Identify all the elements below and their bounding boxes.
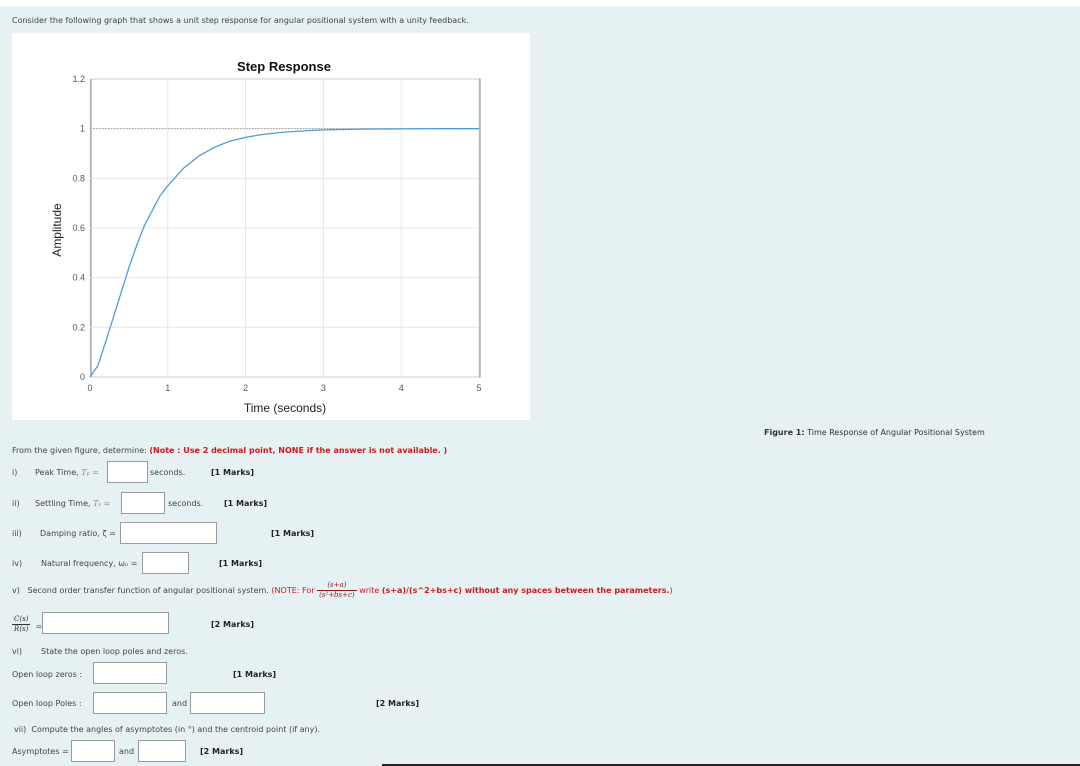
q1-label-text: Peak Time, [35, 468, 79, 477]
q5-note-mid: write [359, 586, 380, 595]
y-tick-label: 1 [80, 124, 85, 134]
peak-time-input[interactable] [107, 461, 148, 483]
q3-marks: [1 Marks] [271, 529, 315, 538]
q3-label: Damping ratio, ζ = [40, 529, 116, 538]
q5-note-bold: (s+a)/(s^2+bs+c) without any spaces betw… [381, 586, 670, 595]
y-tick-label: 1.2 [72, 74, 85, 84]
figure-caption: Figure 1: Time Response of Angular Posit… [764, 428, 985, 437]
natural-frequency-input[interactable] [142, 552, 189, 574]
figure-caption-label: Figure 1: [764, 428, 805, 437]
q5-note-prefix: (NOTE: For [271, 586, 315, 595]
open-loop-zeros-label: Open loop zeros : [12, 670, 83, 679]
asymptotes-label: Asymptotes = [12, 747, 69, 756]
y-tick-label: 0.6 [72, 223, 85, 233]
instructions-note: (Note : Use 2 decimal point, NONE if the… [149, 446, 448, 455]
x-tick-label: 1 [165, 383, 170, 393]
q2-marks: [1 Marks] [224, 499, 268, 508]
y-tick-label: 0 [80, 372, 85, 382]
q5-line: v) Second order transfer function of ang… [12, 581, 673, 600]
q6-zeros-marks: [1 Marks] [233, 670, 277, 679]
q1-symbol: Tₚ = [81, 468, 99, 477]
y-tick-label: 0.8 [72, 173, 85, 183]
q2-label-text: Settling Time, [35, 499, 91, 508]
asymptotes-input-1[interactable] [71, 740, 115, 762]
tf-fraction: C(s) R(s) = [12, 614, 42, 634]
q6-poles-marks: [2 Marks] [376, 699, 420, 708]
open-loop-zeros-input[interactable] [93, 662, 167, 684]
instructions: From the given figure, determine: (Note … [12, 446, 447, 455]
figure-caption-text: Time Response of Angular Positional Syst… [807, 428, 985, 437]
x-tick-label: 4 [399, 383, 404, 393]
asymptotes-input-2[interactable] [138, 740, 186, 762]
open-loop-poles-input-1[interactable] [93, 692, 167, 714]
q6-number: vi) [12, 647, 23, 656]
q1-unit: seconds. [150, 468, 186, 477]
q4-label: Natural frequency, ωₙ = [41, 559, 138, 568]
tf-num: C(s) [12, 615, 31, 625]
q1-marks: [1 Marks] [211, 468, 255, 477]
transfer-function-input[interactable] [42, 612, 169, 634]
chart-title: Step Response [237, 59, 331, 74]
x-tick-label: 3 [321, 383, 326, 393]
q5-number: v) [12, 586, 20, 595]
open-loop-poles-label: Open loop Poles : [12, 699, 82, 708]
q5-frac-den: (s²+bs+c) [319, 591, 355, 599]
asymptotes-and: and [119, 747, 135, 756]
q2-unit: seconds. [168, 499, 204, 508]
y-tick-label: 0.4 [72, 273, 85, 283]
tf-ratio: C(s) R(s) [12, 615, 31, 634]
x-tick-label: 0 [87, 383, 92, 393]
q2-symbol: Tₛ = [93, 499, 111, 508]
top-strip [0, 0, 1080, 6]
q5-marks: [2 Marks] [211, 620, 255, 629]
q1-label: Peak Time, Tₚ = [35, 468, 99, 477]
intro-text: Consider the following graph that shows … [12, 16, 469, 25]
figure-panel: Step Response 0 1 2 3 4 5 0 0.2 0.4 0.6 0.8 1 1.2 Ti… [12, 33, 530, 420]
q7-label: Compute the angles of asymptotes (in °) … [31, 725, 321, 734]
q4-marks: [1 Marks] [219, 559, 263, 568]
open-loop-poles-input-2[interactable] [190, 692, 265, 714]
y-axis-label: Amplitude [50, 203, 64, 257]
q2-label: Settling Time, Tₛ = [35, 499, 110, 508]
q1-number: i) [12, 468, 18, 477]
q3-number: iii) [12, 529, 22, 538]
q6-label: State the open loop poles and zeros. [41, 647, 188, 656]
q5-label: Second order transfer function of angula… [27, 586, 269, 595]
q7-number: vii) [14, 725, 27, 734]
y-tick-label: 0.2 [72, 322, 85, 332]
step-response-chart: Step Response 0 1 2 3 4 5 0 0.2 0.4 0.6 0.8 1 1.2 Ti… [50, 59, 482, 415]
poles-and: and [172, 699, 188, 708]
tf-den: R(s) [14, 625, 29, 633]
q7-line: vii) Compute the angles of asymptotes (i… [14, 725, 320, 734]
q7-marks: [2 Marks] [200, 747, 244, 756]
q4-number: iv) [12, 559, 23, 568]
damping-ratio-input[interactable] [120, 522, 217, 544]
q2-number: ii) [12, 499, 20, 508]
instructions-text: From the given figure, determine: [12, 446, 147, 455]
q5-note-fraction: (s+a) (s²+bs+c) [317, 581, 357, 600]
x-axis-label: Time (seconds) [244, 401, 326, 415]
settling-time-input[interactable] [121, 492, 165, 514]
x-tick-label: 5 [476, 383, 481, 393]
x-tick-label: 2 [243, 383, 248, 393]
q5-frac-num: (s+a) [317, 581, 357, 591]
q5-note-suffix: ) [669, 586, 673, 595]
